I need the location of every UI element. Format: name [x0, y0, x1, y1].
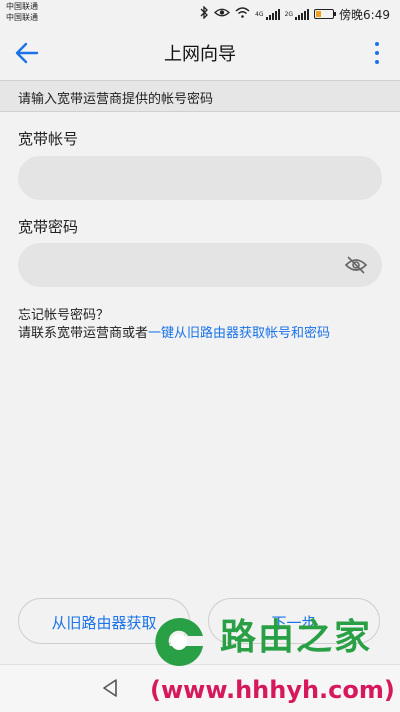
- help-line: 请联系宽带运营商或者一键从旧路由器获取帐号和密码: [18, 322, 330, 341]
- eye-comfort-icon: [214, 7, 231, 21]
- battery-icon: [314, 9, 337, 19]
- triangle-back-icon: [103, 679, 117, 697]
- more-options-button[interactable]: [372, 42, 382, 64]
- status-bar: 中国联通 中国联通 4G 2G 傍晚6:49: [0, 0, 400, 28]
- instruction-banner: 请输入宽带运营商提供的帐号密码: [0, 80, 400, 112]
- clock: 傍晚6:49: [339, 7, 390, 22]
- watermark-logo: [148, 612, 210, 670]
- eye-off-icon: [344, 256, 368, 274]
- watermark-title: 路由之家: [220, 617, 373, 658]
- watermark-url: (www.hhhyh.com): [150, 676, 395, 704]
- get-from-old-router-link[interactable]: 一键从旧路由器获取帐号和密码: [148, 326, 330, 341]
- carrier-label-1: 中国联通: [6, 2, 38, 11]
- status-icons: 4G 2G 傍晚6:49: [199, 5, 390, 22]
- network-type-1: 4G: [255, 10, 264, 18]
- wifi-icon: [235, 7, 250, 21]
- help-prefix: 请联系宽带运营商或者: [18, 326, 149, 341]
- more-vert-icon: [375, 42, 379, 46]
- bluetooth-icon: [199, 5, 209, 22]
- app-bar: 上网向导: [0, 28, 400, 78]
- account-label: 宽带帐号: [18, 130, 79, 148]
- password-visibility-toggle[interactable]: [344, 255, 368, 275]
- signal-1-icon: [265, 8, 280, 20]
- instruction-text: 请输入宽带运营商提供的帐号密码: [18, 92, 214, 107]
- network-type-2: 2G: [284, 10, 294, 18]
- carrier-label-2: 中国联通: [6, 13, 38, 22]
- account-input[interactable]: [18, 156, 382, 200]
- forgot-password-text: 忘记帐号密码？: [18, 308, 110, 323]
- signal-2-icon: [295, 8, 310, 20]
- nav-back-button[interactable]: [100, 677, 120, 699]
- password-label: 宽带密码: [18, 218, 79, 236]
- password-input[interactable]: [18, 243, 382, 287]
- page-title: 上网向导: [164, 44, 236, 65]
